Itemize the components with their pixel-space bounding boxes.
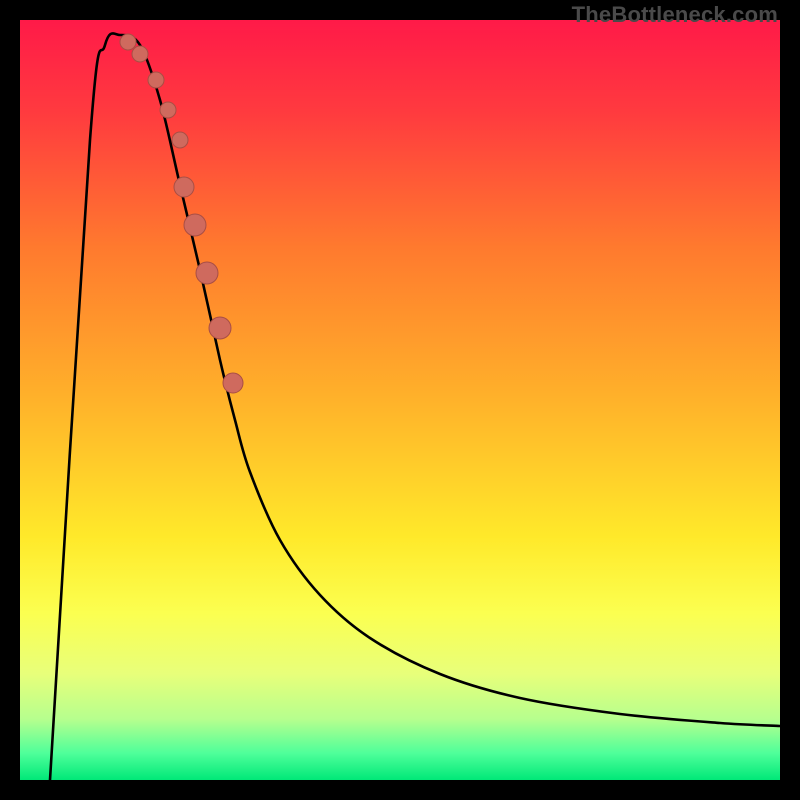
- chart-frame: TheBottleneck.com: [0, 0, 800, 800]
- dot-7: [184, 214, 206, 236]
- dot-3: [148, 72, 164, 88]
- watermark-text: TheBottleneck.com: [572, 2, 778, 28]
- dot-2: [132, 46, 148, 62]
- bottleneck-curve: [50, 33, 780, 780]
- dot-6: [174, 177, 194, 197]
- dot-10: [223, 373, 243, 393]
- dot-5: [172, 132, 188, 148]
- curve-layer: [20, 20, 780, 780]
- curve-markers: [120, 34, 243, 393]
- plot-area: [20, 20, 780, 780]
- dot-9: [209, 317, 231, 339]
- dot-8: [196, 262, 218, 284]
- dot-1: [120, 34, 136, 50]
- dot-4: [160, 102, 176, 118]
